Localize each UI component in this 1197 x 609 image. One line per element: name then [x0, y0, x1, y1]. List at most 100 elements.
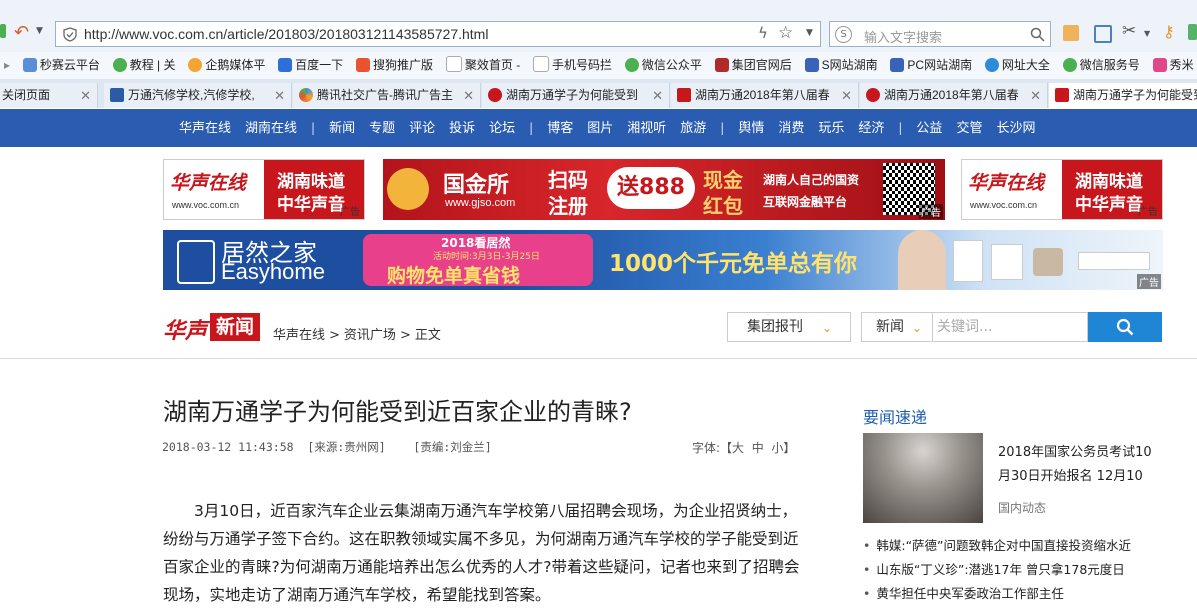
tab[interactable]: 湖南万通2018年第八届春 ✕ [671, 83, 859, 108]
bookmark-item[interactable]: 秀米 [1152, 52, 1194, 79]
window-icon[interactable] [1094, 25, 1112, 43]
nav-link[interactable]: 评论 [409, 121, 435, 136]
scissors-icon[interactable]: ✂ [1122, 21, 1136, 41]
tab[interactable]: 万通汽修学校,汽修学校, ✕ [104, 83, 292, 108]
breadcrumb: 华声在线 > 资讯广场 > 正文 [273, 324, 445, 343]
lightning-icon[interactable]: ϟ [758, 24, 768, 42]
ad-voc-left[interactable]: 华声在线 www.voc.com.cn 湖南味道 中华声音 广告 [163, 159, 365, 220]
mattress-image [1078, 252, 1150, 270]
nav-link[interactable]: 舆情 [738, 121, 764, 136]
search-icon[interactable] [1030, 27, 1045, 42]
sidebar-news-item[interactable]: 山东版“丁义珍”:潜逃17年 曾只拿178元度日 [863, 559, 1124, 578]
nav-separator: | [311, 121, 316, 135]
star-icon[interactable]: ☆ [778, 23, 793, 43]
nav-link[interactable]: 博客 [547, 121, 573, 136]
wechat-icon [112, 58, 127, 72]
nav-link[interactable]: 论坛 [489, 121, 515, 136]
sidebar-news-item[interactable]: 韩媒:“萨德”问题致韩企对中国直接投资缩水近 [863, 535, 1131, 554]
sidebar-headline[interactable]: 2018年国家公务员考试10月30日开始报名 12月10 [998, 441, 1160, 489]
nav-link[interactable]: 投诉 [449, 121, 475, 136]
chevron-down-icon: ⌄ [822, 321, 833, 335]
category-select[interactable]: 新闻 ⌄ [861, 312, 933, 342]
tab-favicon [677, 88, 691, 102]
font-medium-button[interactable]: 中 [752, 441, 764, 455]
nav-separator: | [529, 121, 534, 135]
keyword-input[interactable]: 关键词... [932, 312, 1088, 342]
nav-link[interactable]: 消费 [778, 121, 804, 136]
xiumi-icon [1152, 58, 1167, 72]
bookmark-item[interactable]: S网站湖南 [804, 52, 878, 79]
font-small-button[interactable]: 小 [771, 441, 783, 455]
nav-link[interactable]: 经济 [858, 121, 884, 136]
close-icon[interactable]: ✕ [1030, 83, 1041, 108]
publish-time: 2018-03-12 11:43:58 [162, 440, 294, 454]
nav-link[interactable]: 新闻 [329, 121, 355, 136]
menu-icon[interactable] [1188, 24, 1197, 40]
bookmark-item[interactable]: 聚效首页 - [445, 52, 520, 79]
crumb-link[interactable]: 华声在线 [273, 328, 325, 343]
close-icon[interactable]: ✕ [274, 83, 285, 108]
bookmark-item[interactable]: 教程 | 关 [112, 52, 176, 79]
bookmark-item[interactable]: 手机号码拦 [533, 52, 612, 79]
nav-link[interactable]: 公益 [916, 121, 942, 136]
site-logo[interactable]: 华声 新闻 [163, 313, 263, 344]
tab[interactable]: 湖南万通学子为何能受到 ✕ [482, 83, 670, 108]
nav-link[interactable]: 湘视听 [627, 121, 666, 136]
bookmark-item[interactable]: 企鹅媒体平 [188, 52, 265, 79]
close-icon[interactable]: ✕ [80, 83, 91, 108]
tab[interactable]: 腾讯社交广告-腾讯广告主 ✕ [293, 83, 481, 108]
key-icon[interactable]: ⚷ [1163, 22, 1175, 41]
voc-logo: 华声在线 www.voc.com.cn [164, 160, 264, 219]
back-icon[interactable] [0, 24, 6, 38]
baidu-icon [278, 58, 293, 72]
chevron-down-icon[interactable]: ▼ [1144, 29, 1150, 38]
close-icon[interactable]: ✕ [841, 83, 852, 108]
crumb-sep: > [329, 328, 340, 343]
bookmark-item[interactable]: 集团官网后 [714, 52, 792, 79]
ad-label: 广告 [1137, 274, 1161, 289]
ad-label: 广告 [919, 204, 943, 219]
nav-link[interactable]: 湖南在线 [245, 121, 297, 136]
nav-link[interactable]: 华声在线 [179, 121, 231, 136]
undo-icon[interactable]: ↶ [14, 22, 29, 43]
sidebar-category[interactable]: 国内动态 [998, 499, 1046, 516]
sidebar-news-item[interactable]: 黄华担任中央军委政治工作部主任 [863, 583, 1064, 602]
bookmark-item[interactable]: 百度一下 [278, 52, 343, 79]
nav-link[interactable]: 旅游 [680, 121, 706, 136]
dropdown-icon[interactable]: ▼ [806, 28, 813, 38]
bookmark-item[interactable]: 微信公众平 [624, 52, 702, 79]
chevron-icon[interactable]: ▸ [4, 52, 10, 79]
article-title: 湖南万通学子为何能受到近百家企业的青睐? [163, 398, 632, 426]
ad-voc-right[interactable]: 华声在线 www.voc.com.cn 湖南味道 中华声音 广告 [961, 159, 1163, 220]
news-thumbnail[interactable] [863, 433, 983, 523]
bookmark-item[interactable]: 微信服务号 [1062, 52, 1140, 79]
ad-gjso[interactable]: 国金所 www.gjso.com 扫码 注册 送888 现金 红包 湖南人自己的… [383, 159, 945, 220]
ad-label: 广告 [1138, 207, 1158, 218]
tab-active[interactable]: 湖南万通学子为何能受到 [1049, 83, 1197, 108]
search-button[interactable] [1088, 312, 1162, 342]
browser-search[interactable]: S 输入文字搜索 [829, 21, 1051, 47]
nav-link[interactable]: 专题 [369, 121, 395, 136]
bookmark-item[interactable]: 秒赛云平台 [22, 52, 100, 79]
bookmark-item[interactable]: 搜狗推广版 [356, 52, 433, 79]
nav-link[interactable]: 图片 [587, 121, 613, 136]
close-icon[interactable]: ✕ [463, 83, 474, 108]
ad-easyhome[interactable]: 居然之家 Easyhome 2018看居然 活动时间:3月3日-3月25日 购物… [163, 230, 1163, 290]
group-select[interactable]: 集团报刊 ⌄ [727, 312, 851, 342]
tab-favicon [299, 88, 313, 102]
tab[interactable]: 关闭页面 ✕ [0, 83, 98, 108]
nav-link[interactable]: 长沙网 [996, 121, 1035, 136]
close-icon[interactable]: ✕ [652, 83, 663, 108]
extension-icon[interactable] [1063, 25, 1079, 41]
bookmark-item[interactable]: 网址大全 [984, 52, 1050, 79]
nav-link[interactable]: 交管 [956, 121, 982, 136]
shield-icon [63, 27, 77, 42]
nav-link[interactable]: 玩乐 [818, 121, 844, 136]
crumb-link[interactable]: 资讯广场 [344, 328, 396, 343]
font-large-button[interactable]: 大 [732, 441, 744, 455]
chevron-down-icon[interactable]: ▼ [36, 26, 43, 36]
address-bar[interactable]: http://www.voc.com.cn/article/201803/201… [55, 21, 821, 47]
bookmark-item[interactable]: PC网站湖南 [890, 52, 972, 79]
tab[interactable]: 湖南万通2018年第八届春 ✕ [860, 83, 1048, 108]
promo-badge: 2018看居然 活动时间:3月3日-3月25日 购物免单真省钱 [363, 234, 593, 287]
